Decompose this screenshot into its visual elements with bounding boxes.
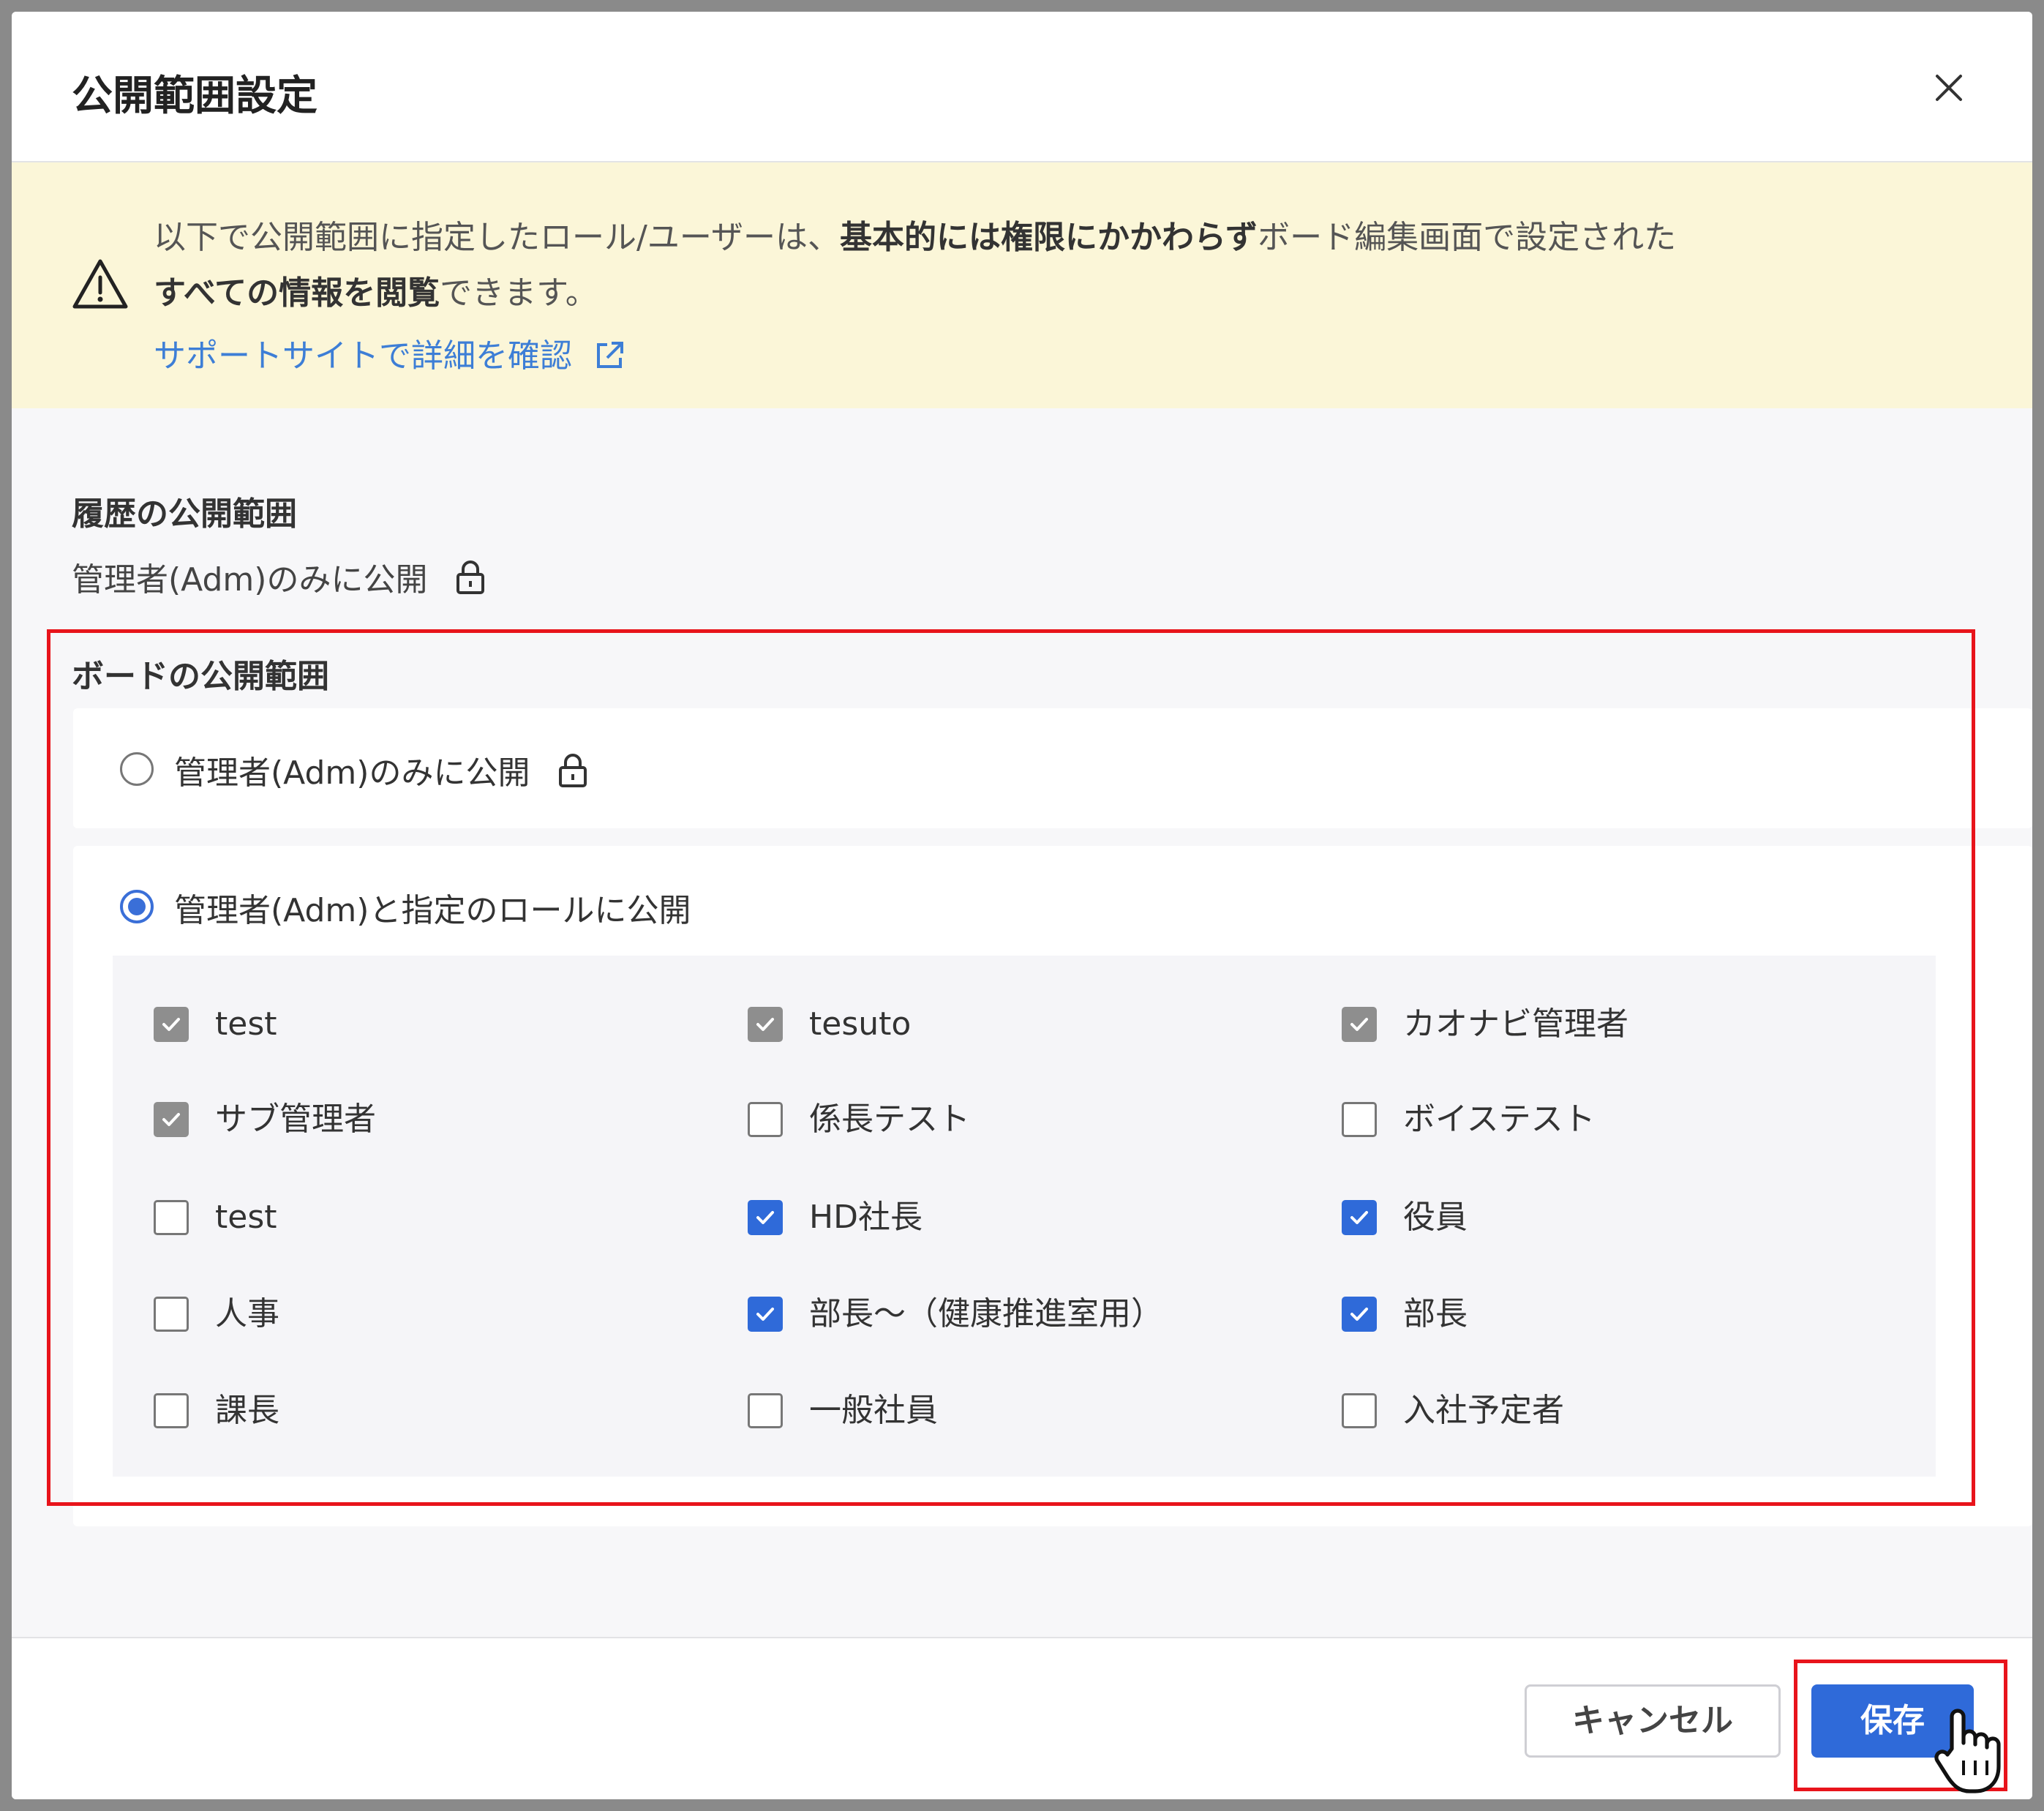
dialog-header: 公開範囲設定 bbox=[12, 12, 2032, 162]
roles-checkbox-grid: test tesuto カオナビ管理者サブ管理者 係長テスト ボイステスト test HD社… bbox=[113, 956, 1936, 1477]
role-checkbox[interactable] bbox=[748, 1393, 783, 1428]
radio-admin-only[interactable] bbox=[120, 752, 154, 786]
role-checkbox[interactable] bbox=[1342, 1102, 1377, 1137]
role-checkbox bbox=[748, 1007, 783, 1042]
role-checkbox bbox=[1342, 1007, 1377, 1042]
role-checkbox[interactable] bbox=[154, 1200, 189, 1235]
role-label: 部長 bbox=[1403, 1295, 1468, 1332]
role-checkbox[interactable] bbox=[154, 1393, 189, 1428]
notice-text: できます。 bbox=[440, 274, 598, 312]
role-label: サブ管理者 bbox=[215, 1101, 376, 1138]
notice-text: 以下で公開範囲に指定したロール/ユーザーは、 bbox=[154, 219, 840, 256]
role-checkbox bbox=[154, 1007, 189, 1042]
option-admin-roles-label: 管理者(Adm)と指定のロールに公開 bbox=[174, 892, 691, 929]
option-admin-only[interactable]: 管理者(Adm)のみに公開 bbox=[73, 708, 2032, 828]
check-icon bbox=[1350, 1018, 1368, 1031]
history-scope-value: 管理者(Adm)のみに公開 bbox=[72, 553, 486, 600]
role-label: 部長～（健康推進室用） bbox=[809, 1295, 1163, 1332]
option-admin-only-row: 管理者(Adm)のみに公開 bbox=[174, 746, 588, 793]
role-label: カオナビ管理者 bbox=[1403, 1005, 1628, 1043]
option-admin-and-roles[interactable]: 管理者(Adm)と指定のロールに公開 test tesuto カオナビ管理者サブ管理… bbox=[73, 846, 2032, 1526]
role-label: 人事 bbox=[215, 1295, 279, 1332]
history-scope-text: 管理者(Adm)のみに公開 bbox=[72, 561, 428, 599]
role-checkbox[interactable] bbox=[1342, 1297, 1377, 1332]
check-icon bbox=[162, 1113, 180, 1126]
close-button[interactable] bbox=[1924, 63, 1974, 113]
role-checkbox[interactable] bbox=[748, 1200, 783, 1235]
check-icon bbox=[162, 1018, 180, 1031]
close-icon bbox=[1936, 75, 1962, 101]
role-label: ボイステスト bbox=[1403, 1101, 1596, 1138]
role-checkbox[interactable] bbox=[748, 1297, 783, 1332]
support-link-label: サポートサイトで詳細を確認 bbox=[154, 337, 572, 375]
history-scope-label: 履歴の公開範囲 bbox=[72, 495, 297, 533]
role-checkbox[interactable] bbox=[1342, 1393, 1377, 1428]
check-icon bbox=[756, 1308, 774, 1321]
external-link-icon bbox=[597, 342, 623, 368]
notice-bold-text: 基本的には権限にかかわらず bbox=[839, 219, 1258, 256]
role-checkbox[interactable] bbox=[1342, 1200, 1377, 1235]
role-label: HD社長 bbox=[809, 1199, 923, 1236]
board-scope-label: ボードの公開範囲 bbox=[72, 658, 329, 695]
check-icon bbox=[1350, 1211, 1368, 1224]
lock-icon bbox=[559, 754, 587, 787]
visibility-settings-dialog: 公開範囲設定 以下で公開範囲に指定したロール/ユーザーは、基本的には権限にかかわ… bbox=[12, 12, 2032, 1799]
role-checkbox[interactable] bbox=[748, 1102, 783, 1137]
hand-pointer-icon bbox=[1934, 1709, 2001, 1793]
role-label: 課長 bbox=[215, 1392, 279, 1429]
warning-icon bbox=[72, 259, 128, 309]
role-label: 入社予定者 bbox=[1403, 1392, 1564, 1429]
role-label: tesuto bbox=[809, 1005, 912, 1043]
role-label: test bbox=[215, 1005, 277, 1043]
check-icon bbox=[756, 1211, 774, 1224]
check-icon bbox=[756, 1018, 774, 1031]
role-label: 係長テスト bbox=[809, 1101, 970, 1138]
role-label: 一般社員 bbox=[809, 1392, 938, 1429]
role-checkbox[interactable] bbox=[154, 1297, 189, 1332]
notice-bold-text: すべての情報を閲覧 bbox=[154, 274, 440, 312]
notice-line-1: 以下で公開範囲に指定したロール/ユーザーは、基本的には権限にかかわらずボード編集… bbox=[154, 211, 1676, 258]
radio-admin-and-roles[interactable] bbox=[120, 890, 154, 923]
role-checkbox bbox=[154, 1102, 189, 1137]
notice-line-2: すべての情報を閲覧できます。 bbox=[154, 266, 598, 313]
lock-icon bbox=[456, 560, 485, 594]
notice-text: ボード編集画面で設定された bbox=[1258, 219, 1677, 256]
cancel-button[interactable]: キャンセル bbox=[1525, 1684, 1781, 1758]
role-label: test bbox=[215, 1199, 277, 1236]
check-icon bbox=[1350, 1308, 1368, 1321]
dialog-title: 公開範囲設定 bbox=[72, 72, 318, 120]
support-site-link[interactable]: サポートサイトで詳細を確認 bbox=[154, 329, 626, 376]
role-label: 役員 bbox=[1403, 1199, 1468, 1236]
option-admin-only-label: 管理者(Adm)のみに公開 bbox=[174, 754, 530, 792]
warning-notice: 以下で公開範囲に指定したロール/ユーザーは、基本的には権限にかかわらずボード編集… bbox=[12, 162, 2032, 408]
